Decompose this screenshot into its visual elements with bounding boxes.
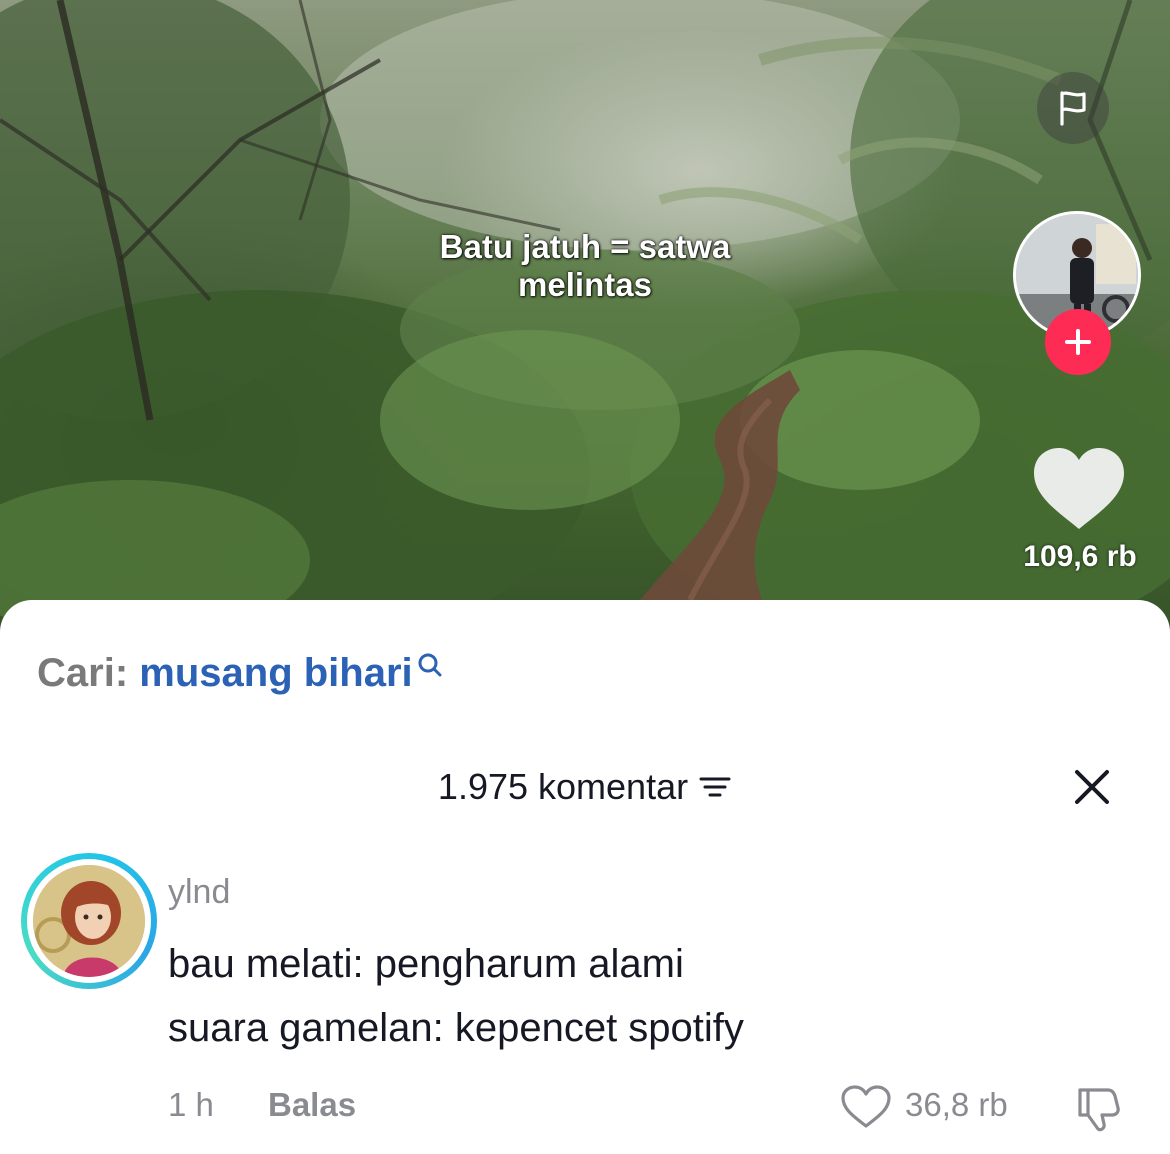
- video-caption: Batu jatuh = satwa melintas: [350, 228, 820, 304]
- flag-icon: [1060, 91, 1086, 126]
- avatar[interactable]: [33, 865, 145, 977]
- caption-line-1: Batu jatuh = satwa: [439, 228, 731, 265]
- report-button[interactable]: [1037, 72, 1109, 144]
- video-player[interactable]: Batu jatuh = satwa melintas 109,6 rb: [0, 0, 1170, 640]
- plus-icon: [1065, 329, 1091, 355]
- thumbs-down-icon: [1078, 1088, 1120, 1132]
- comment-line-2: suara gamelan: kepencet spotify: [168, 1006, 744, 1050]
- comment-line-1: bau melati: pengharum alami: [168, 942, 684, 986]
- commenter-avatar-image: [33, 865, 145, 977]
- tiktok-screen: Batu jatuh = satwa melintas 109,6 rb Car…: [0, 0, 1170, 1154]
- heart-outline-icon: [841, 1085, 891, 1128]
- search-icon: [418, 653, 442, 677]
- sort-icon[interactable]: [698, 772, 732, 802]
- comment-body: bau melati: pengharum alami suara gamela…: [168, 932, 744, 1060]
- heart-icon: [1034, 448, 1124, 529]
- comment-username[interactable]: ylnd: [168, 873, 230, 912]
- follow-button[interactable]: [1045, 309, 1111, 375]
- comment-like-count: 36,8 rb: [905, 1086, 1008, 1123]
- reply-button[interactable]: Balas: [268, 1086, 356, 1124]
- search-prefix: Cari:: [37, 651, 129, 695]
- video-like-button[interactable]: [1030, 445, 1128, 533]
- comment-timestamp: 1 h: [168, 1086, 214, 1123]
- comment-count: 1.975 komentar: [437, 766, 689, 807]
- comment-like-button[interactable]: [840, 1084, 892, 1130]
- comments-header[interactable]: 1.975 komentar: [0, 765, 1170, 809]
- close-icon: [1075, 770, 1109, 804]
- commenter-avatar-ring[interactable]: [21, 853, 157, 989]
- dislike-button[interactable]: [1072, 1082, 1124, 1134]
- search-term-link[interactable]: musang bihari: [139, 651, 412, 695]
- avatar-frame: [27, 859, 151, 983]
- search-suggestion[interactable]: Cari: musang bihari: [37, 650, 443, 696]
- caption-line-2: melintas: [518, 266, 652, 303]
- close-button[interactable]: [1070, 765, 1114, 809]
- video-like-count: 109,6 rb: [1023, 540, 1137, 573]
- forest-scene: [0, 0, 1170, 640]
